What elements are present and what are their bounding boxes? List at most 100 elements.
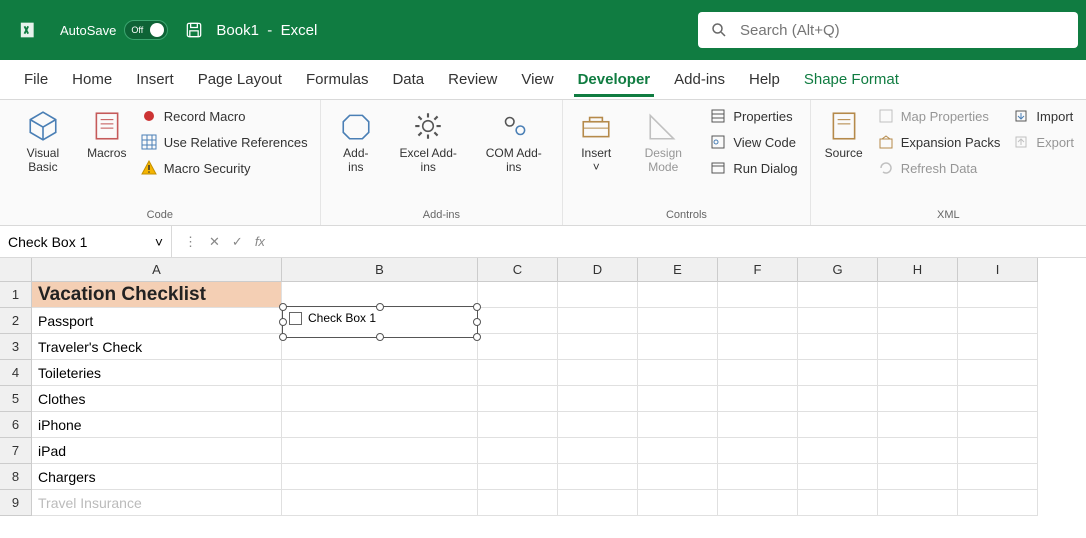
cell-G1[interactable]	[798, 282, 878, 308]
design-mode-button[interactable]: Design Mode	[625, 104, 701, 179]
checkbox-control-selected[interactable]: Check Box 1	[282, 306, 478, 338]
search-bar[interactable]	[698, 12, 1078, 48]
tab-developer[interactable]: Developer	[566, 63, 663, 96]
accept-icon[interactable]: ✓	[228, 234, 247, 250]
export-button[interactable]: Export	[1008, 130, 1078, 154]
col-header-D[interactable]: D	[558, 258, 638, 282]
cell-H3[interactable]	[878, 334, 958, 360]
col-header-F[interactable]: F	[718, 258, 798, 282]
cell-B5[interactable]	[282, 386, 478, 412]
cell-F7[interactable]	[718, 438, 798, 464]
cell-I4[interactable]	[958, 360, 1038, 386]
cell-E4[interactable]	[638, 360, 718, 386]
formula-input[interactable]	[277, 226, 1086, 257]
cell-H7[interactable]	[878, 438, 958, 464]
row-header-3[interactable]: 3	[0, 334, 32, 360]
row-header-4[interactable]: 4	[0, 360, 32, 386]
cell-B6[interactable]	[282, 412, 478, 438]
cell-F2[interactable]	[718, 308, 798, 334]
cell-D2[interactable]	[558, 308, 638, 334]
cell-F9[interactable]	[718, 490, 798, 516]
macros-button[interactable]: Macros	[82, 104, 132, 164]
cell-B4[interactable]	[282, 360, 478, 386]
cell-H8[interactable]	[878, 464, 958, 490]
tab-home[interactable]: Home	[60, 63, 124, 96]
cell-C4[interactable]	[478, 360, 558, 386]
cell-C7[interactable]	[478, 438, 558, 464]
select-all-corner[interactable]	[0, 258, 32, 282]
cell-D9[interactable]	[558, 490, 638, 516]
cell-I7[interactable]	[958, 438, 1038, 464]
cell-F8[interactable]	[718, 464, 798, 490]
cell-I2[interactable]	[958, 308, 1038, 334]
cell-B9[interactable]	[282, 490, 478, 516]
cell-H1[interactable]	[878, 282, 958, 308]
cell-A9[interactable]: Travel Insurance	[32, 490, 282, 516]
map-properties-button[interactable]: Map Properties	[873, 104, 1005, 128]
macro-security-button[interactable]: Macro Security	[136, 156, 312, 180]
source-button[interactable]: Source	[819, 104, 869, 164]
tab-view[interactable]: View	[509, 63, 565, 96]
cell-G7[interactable]	[798, 438, 878, 464]
more-icon[interactable]: ⋮	[180, 234, 201, 250]
cell-F3[interactable]	[718, 334, 798, 360]
autosave-toggle[interactable]: AutoSave Off	[60, 20, 168, 40]
cell-H6[interactable]	[878, 412, 958, 438]
cell-C5[interactable]	[478, 386, 558, 412]
tab-help[interactable]: Help	[737, 63, 792, 96]
cell-B8[interactable]	[282, 464, 478, 490]
expansion-packs-button[interactable]: Expansion Packs	[873, 130, 1005, 154]
cell-H9[interactable]	[878, 490, 958, 516]
row-header-8[interactable]: 8	[0, 464, 32, 490]
cell-H5[interactable]	[878, 386, 958, 412]
cell-E1[interactable]	[638, 282, 718, 308]
cell-I9[interactable]	[958, 490, 1038, 516]
cell-I3[interactable]	[958, 334, 1038, 360]
cell-A5[interactable]: Clothes	[32, 386, 282, 412]
cell-C8[interactable]	[478, 464, 558, 490]
cell-D1[interactable]	[558, 282, 638, 308]
cell-G4[interactable]	[798, 360, 878, 386]
cell-H4[interactable]	[878, 360, 958, 386]
cell-F6[interactable]	[718, 412, 798, 438]
toggle-switch[interactable]: Off	[124, 20, 168, 40]
cell-E3[interactable]	[638, 334, 718, 360]
insert-button[interactable]: Insert˅	[571, 104, 621, 179]
cell-E5[interactable]	[638, 386, 718, 412]
import-button[interactable]: Import	[1008, 104, 1078, 128]
cell-G3[interactable]	[798, 334, 878, 360]
tab-shape-format[interactable]: Shape Format	[792, 63, 911, 96]
tab-formulas[interactable]: Formulas	[294, 63, 381, 96]
col-header-G[interactable]: G	[798, 258, 878, 282]
cell-G8[interactable]	[798, 464, 878, 490]
com-addins-button[interactable]: COM Add-ins	[473, 104, 554, 179]
col-header-C[interactable]: C	[478, 258, 558, 282]
row-header-7[interactable]: 7	[0, 438, 32, 464]
cell-F1[interactable]	[718, 282, 798, 308]
view-code-button[interactable]: View Code	[705, 130, 801, 154]
save-icon[interactable]	[184, 20, 204, 40]
row-header-5[interactable]: 5	[0, 386, 32, 412]
properties-button[interactable]: Properties	[705, 104, 801, 128]
cell-D4[interactable]	[558, 360, 638, 386]
col-header-B[interactable]: B	[282, 258, 478, 282]
cell-D6[interactable]	[558, 412, 638, 438]
cell-A3[interactable]: Traveler's Check	[32, 334, 282, 360]
run-dialog-button[interactable]: Run Dialog	[705, 156, 801, 180]
cell-A7[interactable]: iPad	[32, 438, 282, 464]
tab-file[interactable]: File	[12, 63, 60, 96]
cell-E2[interactable]	[638, 308, 718, 334]
tab-insert[interactable]: Insert	[124, 63, 186, 96]
row-header-9[interactable]: 9	[0, 490, 32, 516]
tab-page-layout[interactable]: Page Layout	[186, 63, 294, 96]
row-header-6[interactable]: 6	[0, 412, 32, 438]
row-header-1[interactable]: 1	[0, 282, 32, 308]
cells-area[interactable]: Vacation ChecklistPassportTraveler's Che…	[32, 282, 1086, 516]
cell-E8[interactable]	[638, 464, 718, 490]
cell-E9[interactable]	[638, 490, 718, 516]
cell-H2[interactable]	[878, 308, 958, 334]
cell-C9[interactable]	[478, 490, 558, 516]
cell-E6[interactable]	[638, 412, 718, 438]
cell-I8[interactable]	[958, 464, 1038, 490]
cell-D8[interactable]	[558, 464, 638, 490]
